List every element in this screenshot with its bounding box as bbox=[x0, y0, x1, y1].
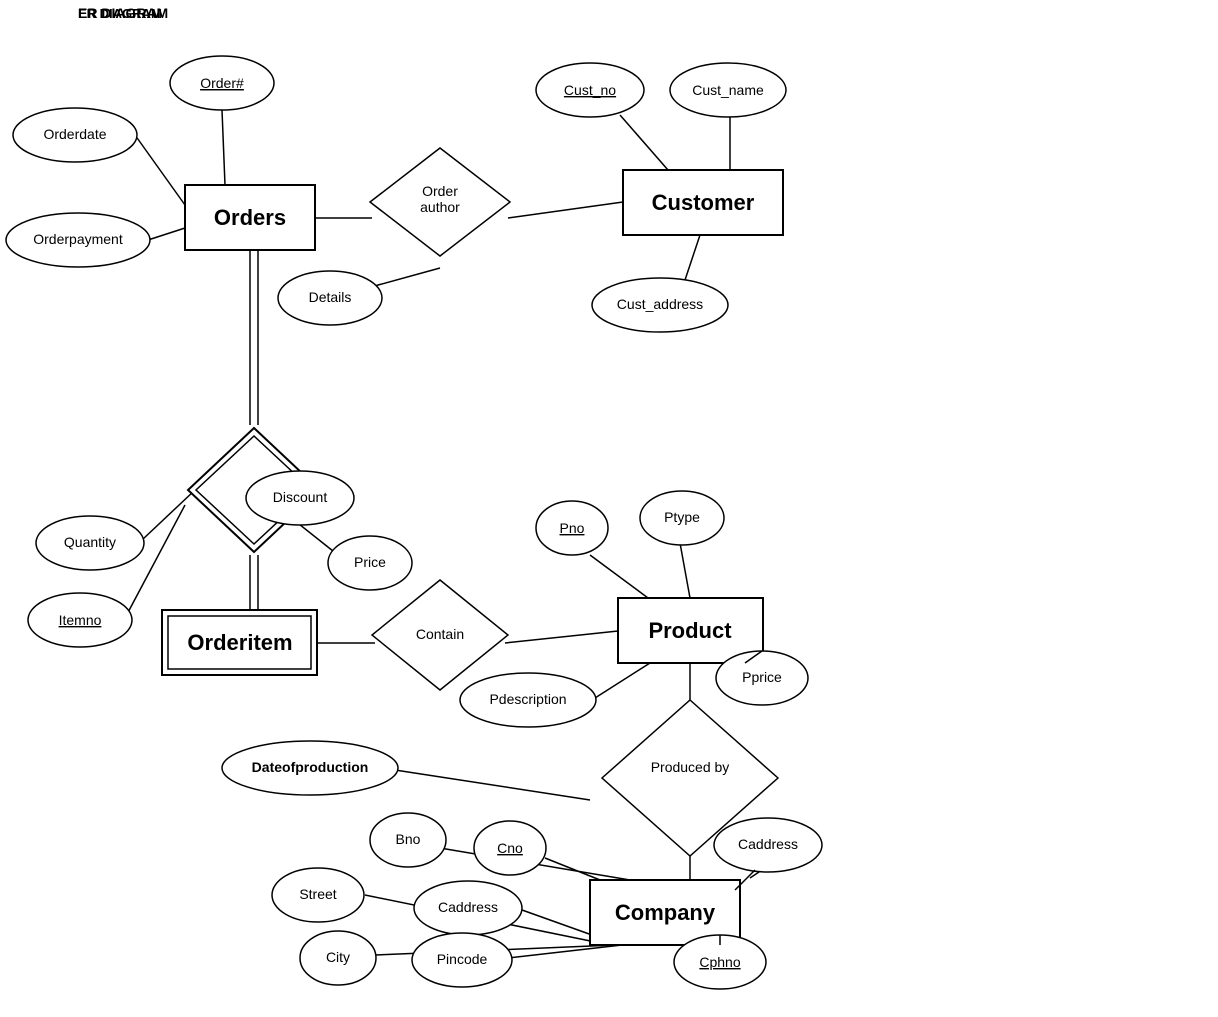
attr-pprice-label: Pprice bbox=[742, 669, 782, 685]
attr-city-label: City bbox=[326, 949, 350, 965]
relationship-order-author-label: Order bbox=[422, 183, 458, 199]
attr-dateofproduction-label: Dateofproduction bbox=[252, 759, 369, 775]
relationship-contain-label: Contain bbox=[416, 626, 464, 642]
entity-customer-label: Customer bbox=[652, 190, 755, 215]
attr-pno-label: Pno bbox=[560, 520, 585, 536]
entity-company-label: Company bbox=[615, 900, 716, 925]
attr-cno-label: Cno bbox=[497, 840, 523, 856]
attr-itemno-label: Itemno bbox=[59, 612, 102, 628]
attr-price-label: Price bbox=[354, 554, 386, 570]
attr-cust-name-label: Cust_name bbox=[692, 82, 764, 98]
attr-ptype-label: Ptype bbox=[664, 509, 700, 525]
attr-caddress-bot-label: Caddress bbox=[438, 899, 498, 915]
entity-product-label: Product bbox=[648, 618, 732, 643]
attr-cust-no-label: Cust_no bbox=[564, 82, 616, 98]
attr-street-label: Street bbox=[299, 886, 336, 902]
relationship-order-author-label2: author bbox=[420, 199, 460, 215]
attr-quantity-label: Quantity bbox=[64, 534, 116, 550]
attr-orderdate-label: Orderdate bbox=[43, 126, 106, 142]
attr-details-label: Details bbox=[309, 289, 352, 305]
attr-pincode-label: Pincode bbox=[437, 951, 488, 967]
attr-caddress-top-label: Caddress bbox=[738, 836, 798, 852]
entity-orders-label: Orders bbox=[214, 205, 286, 230]
er-diagram: ER DIAGRAM bbox=[0, 0, 1218, 1012]
attr-order-num-label: Order# bbox=[200, 75, 244, 91]
attr-cphno-label: Cphno bbox=[699, 954, 740, 970]
entity-orderitem-label: Orderitem bbox=[187, 630, 292, 655]
attr-bno-label: Bno bbox=[396, 831, 421, 847]
attr-pdescription-label: Pdescription bbox=[489, 691, 566, 707]
relationship-produced-by-label: Produced by bbox=[651, 759, 730, 775]
attr-discount-label: Discount bbox=[273, 489, 328, 505]
diagram-title-text: ER DIAGRAM bbox=[78, 5, 168, 21]
attr-orderpayment-label: Orderpayment bbox=[33, 231, 123, 247]
attr-cust-address-label: Cust_address bbox=[617, 296, 703, 312]
